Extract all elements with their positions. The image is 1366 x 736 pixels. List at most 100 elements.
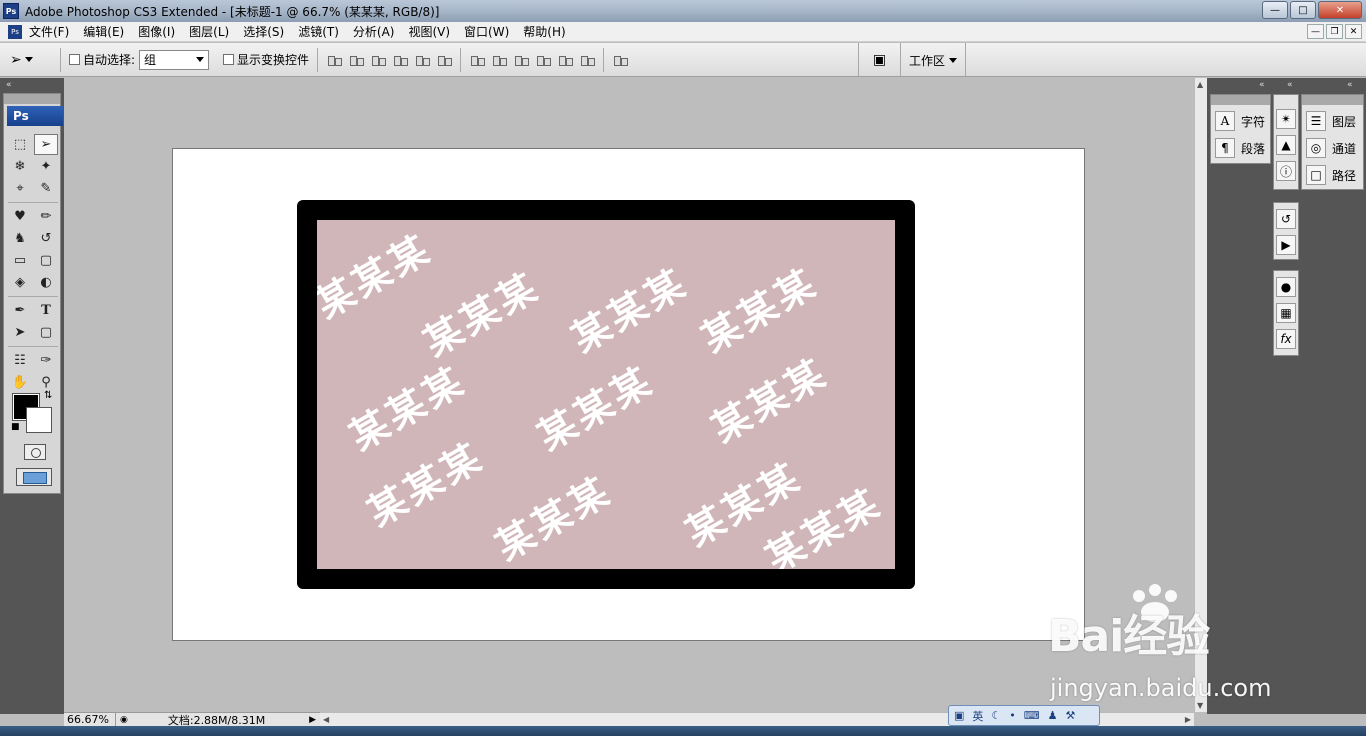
auto-align-layers-icon[interactable] [612,53,629,67]
scroll-up-icon[interactable]: ▲ [1197,80,1203,89]
notes-tool-icon[interactable]: ☷ [8,350,32,371]
dot-icon[interactable]: • [1009,709,1016,722]
panel-header[interactable] [1211,95,1270,105]
dodge-tool-icon[interactable]: ◐ [34,272,58,293]
actions-icon[interactable]: ▶ [1276,235,1296,255]
status-menu-arrow-icon[interactable]: ▶ [309,715,316,725]
screen-mode-button[interactable] [16,468,52,486]
distribute-right-icon[interactable] [579,53,596,67]
moon-icon[interactable]: ☾ [991,709,1001,722]
channels-panel-button[interactable]: ◎ 通道 [1306,138,1356,158]
styles-icon[interactable]: fx [1276,329,1296,349]
paths-panel-button[interactable]: □ 路径 [1306,165,1356,185]
history-brush-tool-icon[interactable]: ↺ [34,228,58,249]
collapse-icon[interactable]: « [1347,80,1353,90]
align-left-icon[interactable] [392,53,409,67]
healing-brush-tool-icon[interactable]: ♥ [8,206,32,227]
align-top-icon[interactable] [326,53,343,67]
menu-file[interactable]: 文件(F) [22,23,76,40]
wrench-icon[interactable]: ⚒ [1066,709,1076,722]
clone-stamp-tool-icon[interactable]: ♞ [8,228,32,249]
history-icon[interactable]: ↺ [1276,209,1296,229]
hand-tool-icon[interactable]: ✋ [8,372,32,393]
blur-tool-icon[interactable]: ◈ [8,272,32,293]
color-icon[interactable]: ● [1276,277,1296,297]
scroll-right-icon[interactable]: ▶ [1185,715,1191,724]
gradient-tool-icon[interactable]: ▢ [34,250,58,271]
user-icon[interactable]: ♟ [1048,709,1058,722]
paragraph-panel-button[interactable]: ¶ 段落 [1215,138,1265,158]
distribute-vertical-center-icon[interactable] [491,53,508,67]
collapse-icon[interactable]: « [1259,80,1265,90]
show-transform-checkbox[interactable] [223,54,235,65]
crop-tool-icon[interactable]: ⌖ [8,178,32,199]
quick-mask-button[interactable] [24,444,46,460]
photoshop-logo[interactable]: Ps [7,106,63,126]
keyboard-icon[interactable]: ⌨ [1024,709,1040,722]
status-info-icon[interactable]: ◉ [120,715,128,725]
doc-minimize-button[interactable]: — [1307,24,1324,39]
pen-tool-icon[interactable]: ✒ [8,300,32,321]
doc-close-button[interactable]: ✕ [1345,24,1362,39]
doc-restore-button[interactable]: ❐ [1326,24,1343,39]
marquee-tool-icon[interactable]: ⬚ [8,134,32,155]
move-tool-icon[interactable]: ➢ [34,134,58,155]
menu-image[interactable]: 图像(I) [131,23,182,40]
align-vertical-center-icon[interactable] [348,53,365,67]
auto-select-dropdown[interactable]: 组 [139,49,210,70]
shape-tool-icon[interactable]: ▢ [34,322,58,343]
document-menu-icon[interactable]: Ps [8,24,22,39]
align-bottom-icon[interactable] [370,53,387,67]
windows-taskbar[interactable] [0,726,1366,736]
slice-tool-icon[interactable]: ✎ [34,178,58,199]
magic-wand-tool-icon[interactable]: ✦ [34,156,58,177]
collapse-icon[interactable]: « [6,80,12,90]
document-canvas[interactable]: 某某某 某某某 某某某 某某某 某某某 某某某 某某某 某某某 某某某 某某某 … [172,148,1085,641]
panel-header[interactable] [1302,95,1363,105]
pink-fill-area[interactable]: 某某某 某某某 某某某 某某某 某某某 某某某 某某某 某某某 某某某 某某某 … [317,220,895,569]
distribute-bottom-icon[interactable] [513,53,530,67]
menu-filter[interactable]: 滤镜(T) [291,23,346,40]
ime-logo-icon[interactable]: ▣ [954,709,964,722]
distribute-horizontal-center-icon[interactable] [557,53,574,67]
swatches-icon[interactable]: ▦ [1276,303,1296,323]
distribute-left-icon[interactable] [535,53,552,67]
auto-select-checkbox[interactable] [69,54,80,65]
type-tool-icon[interactable]: T [34,300,58,321]
menu-layer[interactable]: 图层(L) [182,23,236,40]
brush-tool-icon[interactable]: ✏ [34,206,58,227]
default-colors-icon[interactable]: ■ [11,422,20,432]
toolbox-header[interactable] [4,94,60,104]
collapse-icon[interactable]: « [1287,80,1293,90]
background-color-swatch[interactable] [26,407,52,433]
navigator-icon[interactable]: ✴ [1276,109,1296,129]
character-panel-button[interactable]: A 字符 [1215,111,1265,131]
zoom-level[interactable]: 66.67% [64,712,116,727]
align-horizontal-center-icon[interactable] [414,53,431,67]
lasso-tool-icon[interactable]: ❄ [8,156,32,177]
menu-select[interactable]: 选择(S) [236,23,291,40]
menu-view[interactable]: 视图(V) [401,23,457,40]
align-right-icon[interactable] [436,53,453,67]
info-icon[interactable]: ⓘ [1276,161,1296,181]
canvas-area[interactable]: 某某某 某某某 某某某 某某某 某某某 某某某 某某某 某某某 某某某 某某某 … [64,78,1194,712]
menu-analysis[interactable]: 分析(A) [346,23,402,40]
eyedropper-tool-icon[interactable]: ✑ [34,350,58,371]
menu-window[interactable]: 窗口(W) [457,23,516,40]
move-tool-preset-picker[interactable]: ➢ [10,47,52,73]
path-selection-tool-icon[interactable]: ➤ [8,322,32,343]
scroll-down-icon[interactable]: ▼ [1197,701,1203,710]
eraser-tool-icon[interactable]: ▭ [8,250,32,271]
swap-colors-icon[interactable]: ⇅ [44,390,52,401]
menu-edit[interactable]: 编辑(E) [76,23,131,40]
go-to-bridge-button[interactable]: ▣ [858,43,900,77]
workspace-menu[interactable]: 工作区 [900,43,966,77]
black-frame[interactable]: 某某某 某某某 某某某 某某某 某某某 某某某 某某某 某某某 某某某 某某某 … [297,200,915,589]
minimize-button[interactable]: — [1262,1,1288,19]
close-button[interactable]: ✕ [1318,1,1362,19]
maximize-button[interactable]: □ [1290,1,1316,19]
layers-panel-button[interactable]: ☰ 图层 [1306,111,1356,131]
histogram-icon[interactable]: ▲ [1276,135,1296,155]
menu-help[interactable]: 帮助(H) [516,23,572,40]
distribute-top-icon[interactable] [469,53,486,67]
